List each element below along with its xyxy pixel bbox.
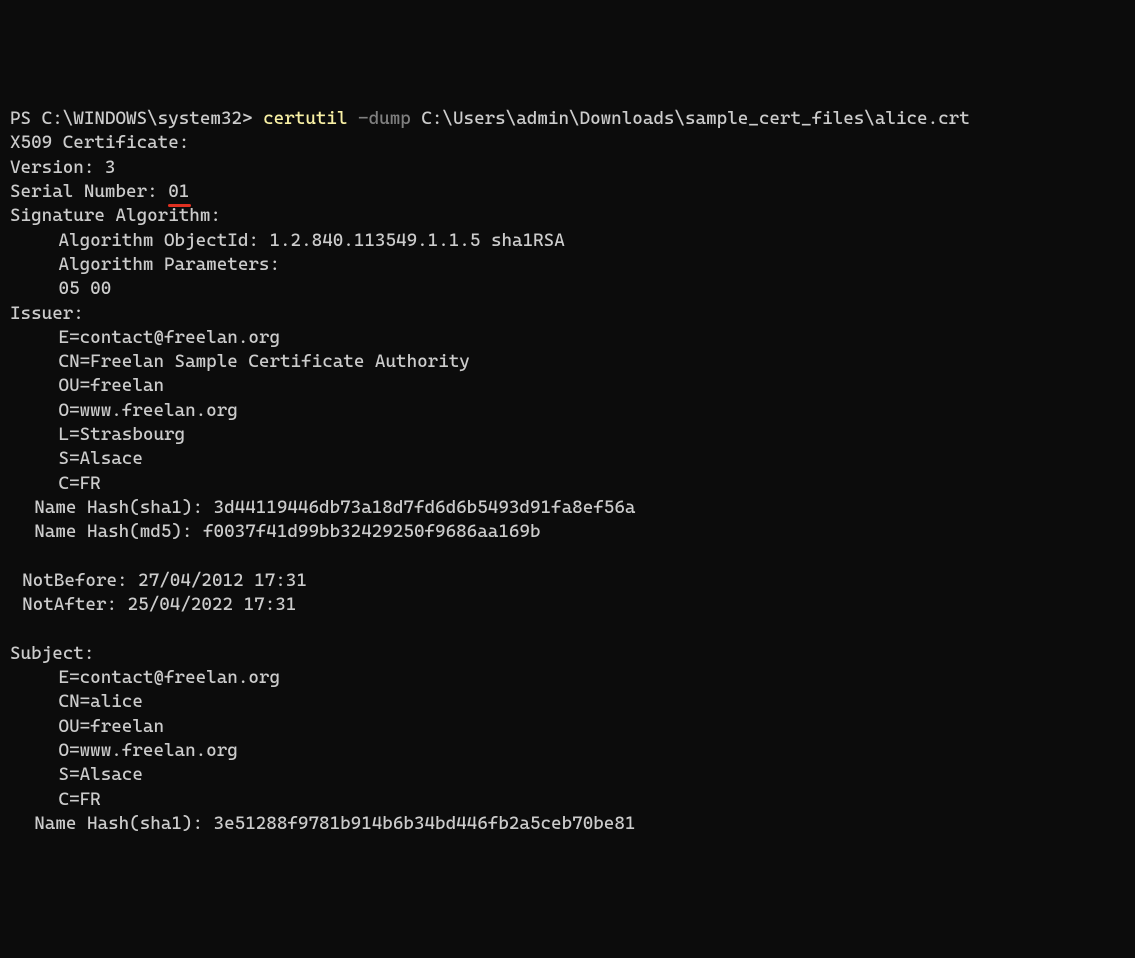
subject-o: O=www.freelan.org — [59, 740, 238, 761]
issuer-ou: OU=freelan — [59, 375, 164, 396]
issuer-hash-md5-label: Name Hash(md5): — [34, 521, 192, 542]
subject-hash-sha1: 3e51288f9781b914b6b34bd446fb2a5ceb70be81 — [214, 813, 636, 834]
notbefore-label: NotBefore: — [22, 570, 127, 591]
subject-ou: OU=freelan — [59, 716, 164, 737]
issuer-cn: CN=Freelan Sample Certificate Authority — [59, 351, 470, 372]
issuer-hash-md5: f0037f41d99bb32429250f9686aa169b — [203, 521, 541, 542]
command-flag: -dump — [358, 108, 411, 129]
out-alg-objid-value: 1.2.840.113549.1.1.5 sha1RSA — [269, 230, 564, 251]
out-alg-params-value: 05 00 — [59, 278, 112, 299]
command: certutil — [263, 108, 347, 129]
notafter-label: NotAfter: — [22, 594, 117, 615]
out-issuer-label: Issuer: — [10, 303, 84, 324]
issuer-s: S=Alsace — [59, 448, 143, 469]
out-sigalg-label: Signature Algorithm: — [10, 205, 221, 226]
subject-s: S=Alsace — [59, 764, 143, 785]
out-serial-label: Serial Number: — [10, 181, 158, 202]
issuer-o: O=www.freelan.org — [59, 400, 238, 421]
out-subject-label: Subject: — [10, 643, 94, 664]
subject-cn: CN=alice — [59, 691, 143, 712]
serial-highlight: 01 — [168, 180, 189, 204]
issuer-hash-sha1: 3d44119446db73a18d7fd6d6b5493d91fa8ef56a — [214, 497, 636, 518]
terminal-output[interactable]: PS C:\WINDOWS\system32> certutil -dump C… — [10, 107, 1125, 836]
issuer-hash-sha1-label: Name Hash(sha1): — [34, 497, 203, 518]
notafter-value: 25/04/2022 17:31 — [128, 594, 297, 615]
issuer-e: E=contact@freelan.org — [59, 327, 280, 348]
out-alg-objid-label: Algorithm ObjectId: — [59, 230, 259, 251]
subject-hash-sha1-label: Name Hash(sha1): — [34, 813, 203, 834]
out-serial-value: 01 — [168, 181, 189, 202]
command-path-arg: C:\Users\admin\Downloads\sample_cert_fil… — [421, 108, 969, 129]
subject-c: C=FR — [59, 789, 101, 810]
out-version-value: 3 — [105, 157, 116, 178]
prompt-prefix: PS C:\WINDOWS\system32> — [10, 108, 253, 129]
issuer-l: L=Strasbourg — [59, 424, 186, 445]
issuer-c: C=FR — [59, 473, 101, 494]
subject-e: E=contact@freelan.org — [59, 667, 280, 688]
out-heading: X509 Certificate: — [10, 132, 189, 153]
out-version-label: Version: — [10, 157, 94, 178]
notbefore-value: 27/04/2012 17:31 — [138, 570, 307, 591]
out-alg-params-label: Algorithm Parameters: — [59, 254, 280, 275]
